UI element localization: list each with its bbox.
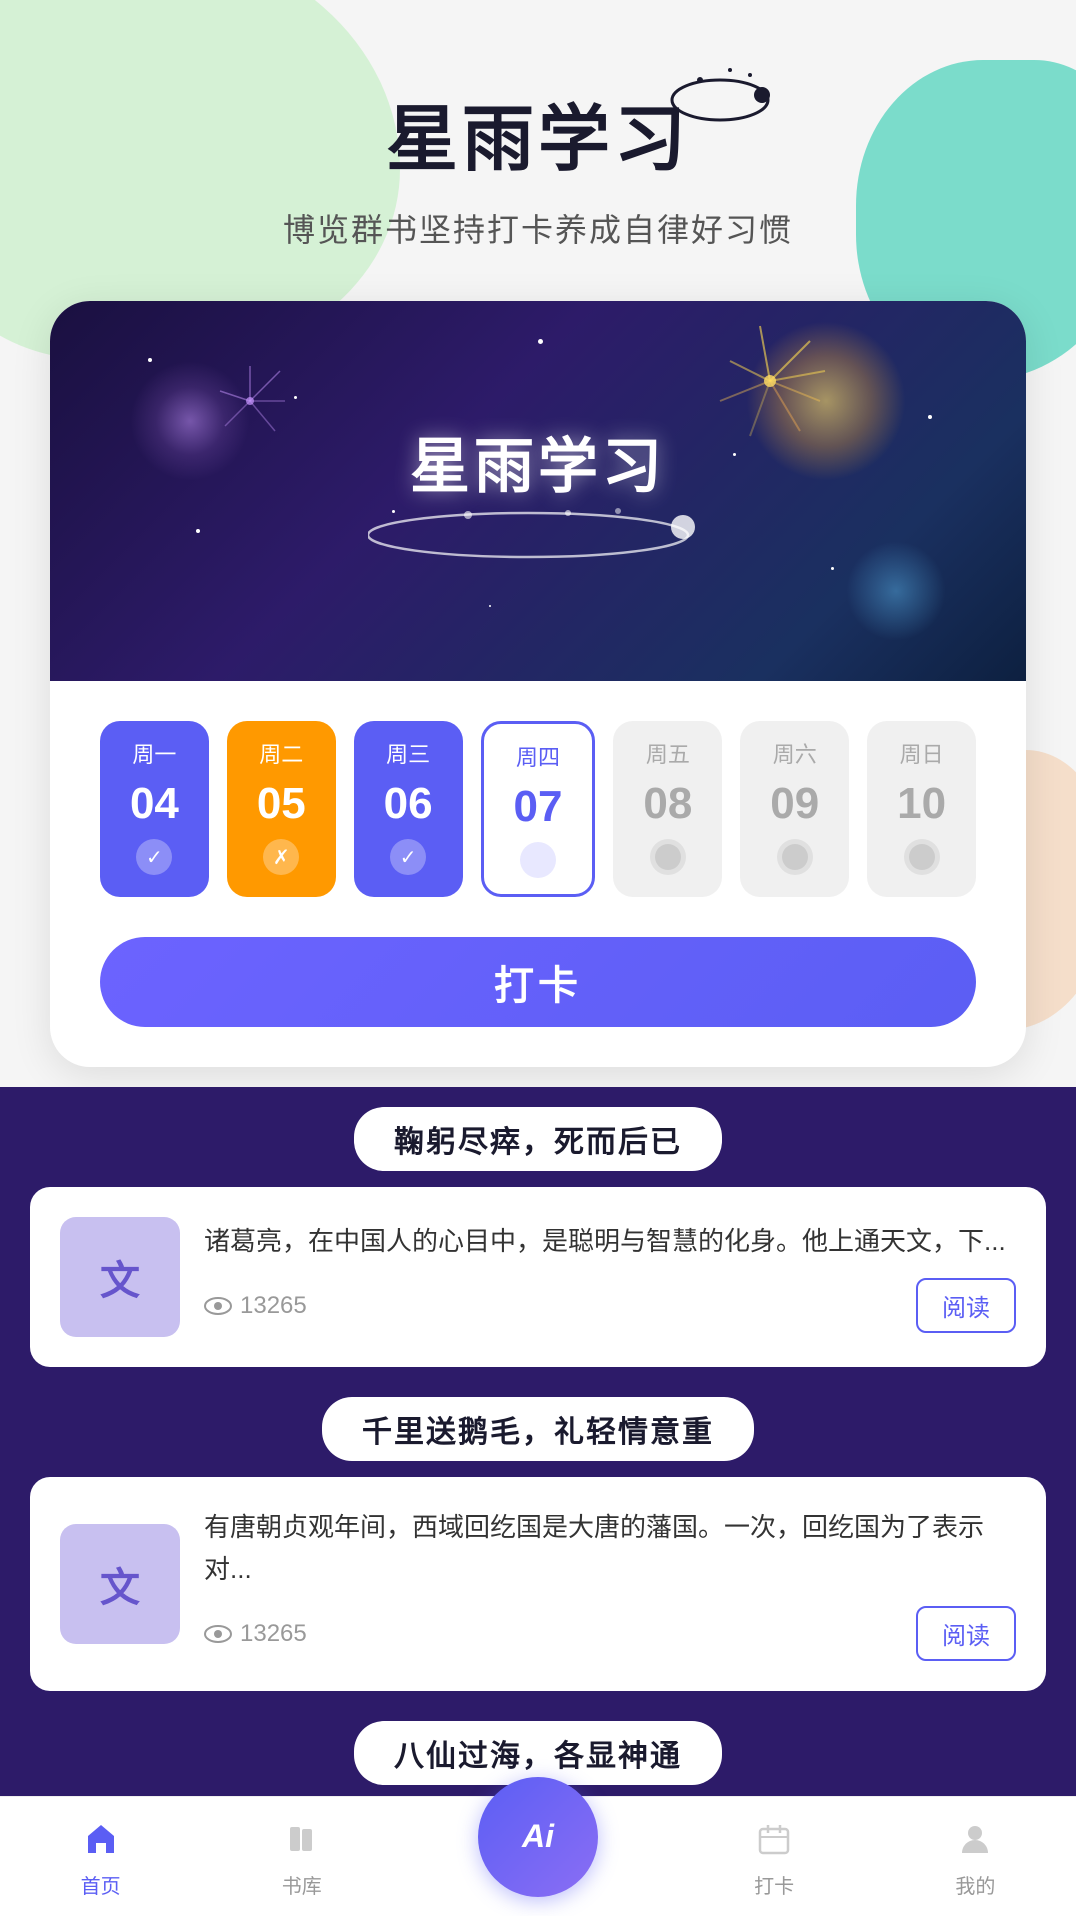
nav-item-4[interactable]: 我的 xyxy=(950,1814,1000,1899)
day-status-completed: ✓ xyxy=(390,839,426,875)
views-count: 13265 xyxy=(240,1620,307,1648)
nav-icon-3 xyxy=(749,1814,799,1864)
eye-icon xyxy=(204,1623,232,1645)
day-label: 周二 xyxy=(259,737,303,769)
nav-item-1[interactable]: 书库 xyxy=(277,1814,327,1899)
day-status-future xyxy=(777,839,813,875)
dot-future xyxy=(655,844,681,870)
day-label: 周六 xyxy=(773,737,817,769)
user-icon xyxy=(957,1821,993,1857)
day-status-future xyxy=(650,839,686,875)
article-views-0: 13265 xyxy=(204,1292,307,1320)
day-card-06[interactable]: 周三 06 ✓ xyxy=(354,721,463,897)
page-content: 星雨学习 博览群书坚持打卡养成自律好习惯 xyxy=(0,0,1076,1831)
day-status-missed: ✗ xyxy=(263,839,299,875)
article-tag-0: 鞠躬尽瘁，死而后已 xyxy=(0,1087,1076,1187)
day-label: 周四 xyxy=(516,740,560,772)
day-number: 10 xyxy=(897,779,946,829)
views-count: 13265 xyxy=(240,1292,307,1320)
day-number: 09 xyxy=(770,779,819,829)
day-number: 07 xyxy=(514,782,563,832)
article-read-button-0[interactable]: 阅读 xyxy=(916,1278,1016,1333)
day-number: 08 xyxy=(643,779,692,829)
day-number: 06 xyxy=(384,779,433,829)
checkin-button[interactable]: 打卡 xyxy=(100,937,976,1027)
nav-icon-0 xyxy=(76,1814,126,1864)
day-label: 周五 xyxy=(646,737,690,769)
app-subtitle: 博览群书坚持打卡养成自律好习惯 xyxy=(0,205,1076,251)
banner: 星雨学习 xyxy=(50,301,1026,681)
ai-button[interactable]: Ai xyxy=(478,1777,598,1897)
app-title: 星雨学习 xyxy=(386,80,690,185)
article-card-1: 文 有唐朝贞观年间，西域回纥国是大唐的藩国。一次，回纥国为了表示对... 132… xyxy=(30,1477,1046,1691)
home-icon xyxy=(83,1821,119,1857)
article-text-0: 诸葛亮，在中国人的心目中，是聪明与智慧的化身。他上通天文，下... xyxy=(204,1221,1016,1263)
dot-future xyxy=(782,844,808,870)
day-status-today xyxy=(520,842,556,878)
day-card-08[interactable]: 周五 08 xyxy=(613,721,722,897)
day-label: 周一 xyxy=(132,737,176,769)
nav-icon-4 xyxy=(950,1814,1000,1864)
bottom-nav: 首页 书库 Ai 打卡 我的 xyxy=(0,1796,1076,1916)
books-icon xyxy=(284,1821,320,1857)
ai-button-text: Ai xyxy=(522,1818,554,1855)
article-content-1: 有唐朝贞观年间，西域回纥国是大唐的藩国。一次，回纥国为了表示对... 13265… xyxy=(204,1507,1016,1661)
article-card-0: 文 诸葛亮，在中国人的心目中，是聪明与智慧的化身。他上通天文，下... 1326… xyxy=(30,1187,1046,1367)
article-tag-text-0: 鞠躬尽瘁，死而后已 xyxy=(354,1107,722,1171)
day-card-07[interactable]: 周四 07 xyxy=(481,721,596,897)
article-icon-char: 文 xyxy=(100,1555,140,1613)
article-tag-text-1: 千里送鹅毛，礼轻情意重 xyxy=(322,1397,754,1461)
day-status-completed: ✓ xyxy=(136,839,172,875)
nav-item-0[interactable]: 首页 xyxy=(76,1814,126,1899)
day-card-09[interactable]: 周六 09 xyxy=(740,721,849,897)
article-tag-text-2: 八仙过海，各显神通 xyxy=(354,1721,722,1785)
nav-label-3: 打卡 xyxy=(754,1870,794,1899)
day-label: 周日 xyxy=(900,737,944,769)
article-meta-0: 13265 阅读 xyxy=(204,1278,1016,1333)
nav-item-2[interactable]: Ai xyxy=(478,1817,598,1897)
calendar-section: 周一 04 ✓ 周二 05 ✗ 周三 06 ✓ 周四 07 周五 08 周六 0… xyxy=(50,681,1026,937)
article-icon-0: 文 xyxy=(60,1217,180,1337)
eye-icon xyxy=(204,1295,232,1317)
header-title-wrap: 星雨学习 xyxy=(386,80,690,185)
article-text-1: 有唐朝贞观年间，西域回纥国是大唐的藩国。一次，回纥国为了表示对... xyxy=(204,1507,1016,1590)
article-tag-1: 千里送鹅毛，礼轻情意重 xyxy=(0,1377,1076,1477)
article-block-0: 鞠躬尽瘁，死而后已 文 诸葛亮，在中国人的心目中，是聪明与智慧的化身。他上通天文… xyxy=(0,1087,1076,1367)
article-read-button-1[interactable]: 阅读 xyxy=(916,1606,1016,1661)
nav-icon-1 xyxy=(277,1814,327,1864)
article-icon-char: 文 xyxy=(100,1248,140,1306)
day-card-10[interactable]: 周日 10 xyxy=(867,721,976,897)
day-number: 05 xyxy=(257,779,306,829)
article-content-0: 诸葛亮，在中国人的心目中，是聪明与智慧的化身。他上通天文，下... 13265 … xyxy=(204,1221,1016,1334)
day-card-04[interactable]: 周一 04 ✓ xyxy=(100,721,209,897)
nav-label-0: 首页 xyxy=(81,1870,121,1899)
checkin-btn-wrap: 打卡 xyxy=(50,937,1026,1067)
banner-logo: 星雨学习 xyxy=(368,418,708,565)
article-icon-1: 文 xyxy=(60,1524,180,1644)
header: 星雨学习 博览群书坚持打卡养成自律好习惯 xyxy=(0,0,1076,281)
orbit-icon xyxy=(670,60,770,140)
calendar-icon xyxy=(756,1821,792,1857)
dot-future xyxy=(909,844,935,870)
day-number: 04 xyxy=(130,779,179,829)
nav-label-1: 书库 xyxy=(282,1870,322,1899)
nav-item-3[interactable]: 打卡 xyxy=(749,1814,799,1899)
day-card-05[interactable]: 周二 05 ✗ xyxy=(227,721,336,897)
day-label: 周三 xyxy=(386,737,430,769)
calendar-grid: 周一 04 ✓ 周二 05 ✗ 周三 06 ✓ 周四 07 周五 08 周六 0… xyxy=(100,721,976,897)
main-card: 星雨学习 周一 04 ✓ 周二 05 ✗ 周三 06 ✓ 周四 07 xyxy=(50,301,1026,1067)
article-views-1: 13265 xyxy=(204,1620,307,1648)
day-status-future xyxy=(904,839,940,875)
article-meta-1: 13265 阅读 xyxy=(204,1606,1016,1661)
nav-label-4: 我的 xyxy=(955,1870,995,1899)
banner-orbit-icon xyxy=(368,505,708,565)
articles-section: 鞠躬尽瘁，死而后已 文 诸葛亮，在中国人的心目中，是聪明与智慧的化身。他上通天文… xyxy=(0,1087,1076,1831)
banner-title: 星雨学习 xyxy=(368,418,708,505)
article-block-1: 千里送鹅毛，礼轻情意重 文 有唐朝贞观年间，西域回纥国是大唐的藩国。一次，回纥国… xyxy=(0,1377,1076,1691)
